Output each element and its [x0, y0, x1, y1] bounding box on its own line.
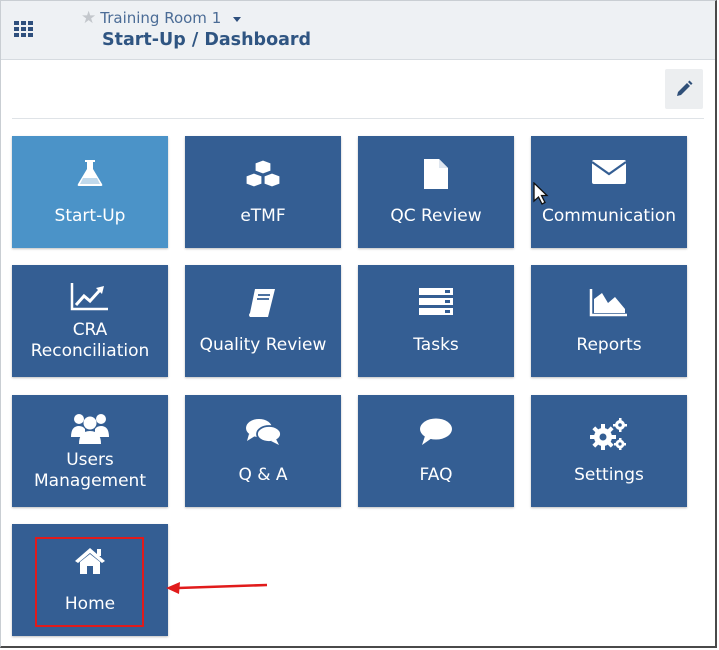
tile-label: Communication [542, 206, 676, 226]
annotation-arrow [166, 582, 268, 594]
book-icon [249, 289, 275, 317]
home-icon [75, 548, 105, 574]
tile-etmf[interactable]: eTMF [185, 136, 341, 248]
room-selector[interactable]: ★ Training Room 1 [81, 8, 242, 28]
cogs-icon [590, 418, 627, 450]
top-header: ★ Training Room 1 Start-Up / Dashboard [1, 1, 715, 60]
tile-q-and-a[interactable]: Q & A [185, 395, 341, 507]
tile-label: Q & A [238, 465, 288, 485]
tile-quality-review[interactable]: Quality Review [185, 265, 341, 377]
edit-button[interactable] [665, 69, 703, 109]
tile-faq[interactable]: FAQ [358, 395, 514, 507]
divider [12, 118, 704, 119]
area-chart-icon [589, 289, 627, 317]
flask-icon [77, 160, 103, 186]
star-icon[interactable]: ★ [81, 9, 96, 27]
comments-icon [246, 419, 282, 445]
tile-label: Settings [574, 465, 644, 485]
tile-reports[interactable]: Reports [531, 265, 687, 377]
pencil-icon [677, 80, 693, 96]
tile-settings[interactable]: Settings [531, 395, 687, 507]
tile-label: Home [64, 594, 116, 614]
tile-label: QC Review [390, 206, 482, 226]
server-icon [419, 288, 453, 315]
tile-label: Start-Up [54, 206, 126, 226]
caret-down-icon [233, 16, 242, 22]
envelope-icon [591, 160, 627, 184]
tile-communication[interactable]: Communication [531, 136, 687, 248]
tile-label: Users Management [34, 450, 146, 491]
apps-grid-icon[interactable] [14, 21, 34, 39]
room-name: Training Room 1 [100, 9, 222, 27]
mouse-cursor-icon [533, 182, 549, 205]
tile-start-up[interactable]: Start-Up [12, 136, 168, 248]
tile-qc-review[interactable]: QC Review [358, 136, 514, 248]
comment-icon [420, 418, 452, 445]
line-chart-icon [70, 283, 108, 311]
tile-label: CRA Reconciliation [30, 320, 150, 361]
file-icon [424, 159, 448, 189]
tile-label: Tasks [413, 335, 459, 355]
tile-label: Quality Review [199, 335, 327, 355]
cubes-icon [245, 159, 281, 188]
users-icon [71, 414, 109, 444]
tile-tasks[interactable]: Tasks [358, 265, 514, 377]
tile-label: FAQ [419, 465, 453, 485]
page-title: Start-Up / Dashboard [102, 30, 312, 50]
tile-users-management[interactable]: Users Management [12, 395, 168, 507]
tile-cra-reconciliation[interactable]: CRA Reconciliation [12, 265, 168, 377]
tile-label: Reports [576, 335, 642, 355]
tile-label: eTMF [240, 206, 286, 226]
tile-home[interactable]: Home [12, 524, 168, 636]
